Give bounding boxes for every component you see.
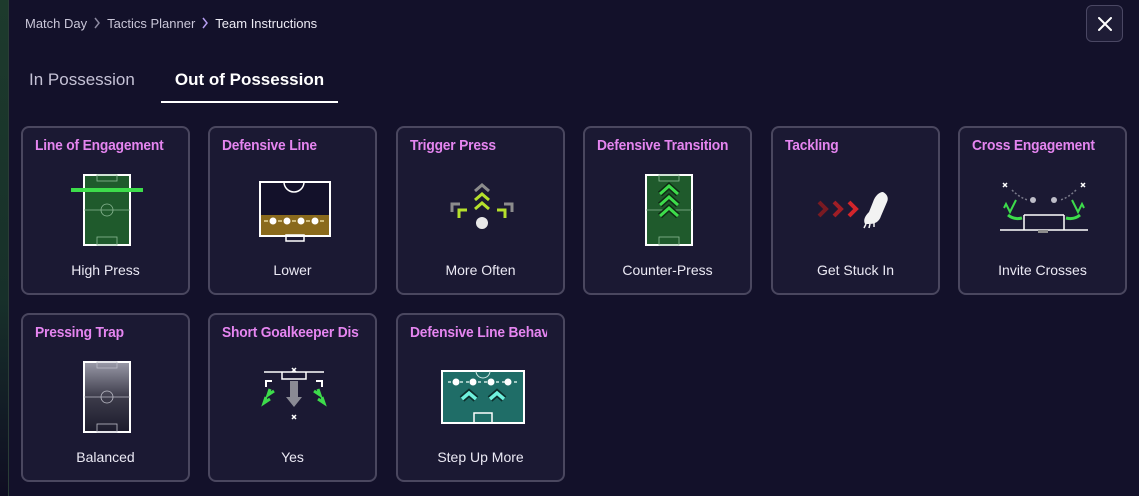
tab-in-possession[interactable]: In Possession: [25, 56, 147, 103]
low-defensive-line-icon: [259, 181, 331, 242]
tab-out-of-possession[interactable]: Out of Possession: [160, 56, 339, 103]
card-value: Counter-Press: [622, 262, 713, 278]
card-value: Balanced: [76, 449, 135, 465]
card-cross-engagement[interactable]: Cross Engagement Invite Crosses: [958, 126, 1127, 295]
trigger-press-arrows-icon: [450, 183, 514, 229]
card-title: Trigger Press: [410, 137, 496, 154]
pitch-high-line-icon: [71, 174, 143, 246]
card-value: Lower: [273, 262, 312, 278]
counter-press-pitch-icon: [645, 174, 693, 246]
card-pressing-trap[interactable]: Pressing Trap Balanced: [21, 313, 190, 482]
pressing-trap-pitch-icon: [83, 361, 131, 433]
card-title: Defensive Line: [222, 137, 317, 154]
card-tackling[interactable]: Tackling Get Stuck In: [771, 126, 940, 295]
card-title: Tackling: [785, 137, 839, 154]
card-line-of-engagement[interactable]: Line of Engagement High Press: [21, 126, 190, 295]
step-up-line-icon: [441, 370, 525, 424]
card-value: More Often: [445, 262, 516, 278]
breadcrumb-item-match-day[interactable]: Match Day: [25, 16, 87, 31]
card-title: Line of Engagement: [35, 137, 164, 154]
card-value: High Press: [71, 262, 140, 278]
chevron-right-icon: [202, 17, 209, 29]
card-title: Defensive Line Behavio: [410, 324, 548, 341]
card-defensive-line-behaviour[interactable]: Defensive Line Behavio Step Up More: [396, 313, 565, 482]
team-instructions-panel: Match Day Tactics Planner Team Instructi…: [9, 0, 1139, 496]
possession-tabs: In Possession Out of Possession: [25, 56, 339, 103]
card-defensive-transition[interactable]: Defensive Transition Counter-Press: [583, 126, 752, 295]
card-title: Short Goalkeeper Distr: [222, 324, 360, 341]
background-pitch-strip: [0, 0, 9, 496]
goalkeeper-distribution-icon: [261, 367, 327, 420]
card-title: Cross Engagement: [972, 137, 1095, 154]
card-trigger-press[interactable]: Trigger Press More Often: [396, 126, 565, 295]
card-title: Pressing Trap: [35, 324, 124, 341]
card-value: Invite Crosses: [998, 262, 1087, 278]
breadcrumb-item-team-instructions: Team Instructions: [215, 15, 318, 31]
card-title: Defensive Transition: [597, 137, 729, 154]
card-short-goalkeeper-distribution[interactable]: Short Goalkeeper Distr Yes: [208, 313, 377, 482]
boot-tackle-icon: [817, 192, 888, 229]
card-value: Yes: [281, 449, 304, 465]
card-defensive-line[interactable]: Defensive Line Lower: [208, 126, 377, 295]
close-icon: [1097, 16, 1112, 31]
chevron-right-icon: [94, 17, 101, 29]
card-value: Get Stuck In: [816, 262, 895, 278]
breadcrumb-item-tactics-planner[interactable]: Tactics Planner: [107, 16, 195, 31]
invite-crosses-icon: [1000, 182, 1088, 233]
close-button[interactable]: [1086, 5, 1123, 42]
breadcrumb: Match Day Tactics Planner Team Instructi…: [25, 14, 317, 32]
card-value: Step Up More: [437, 449, 524, 465]
